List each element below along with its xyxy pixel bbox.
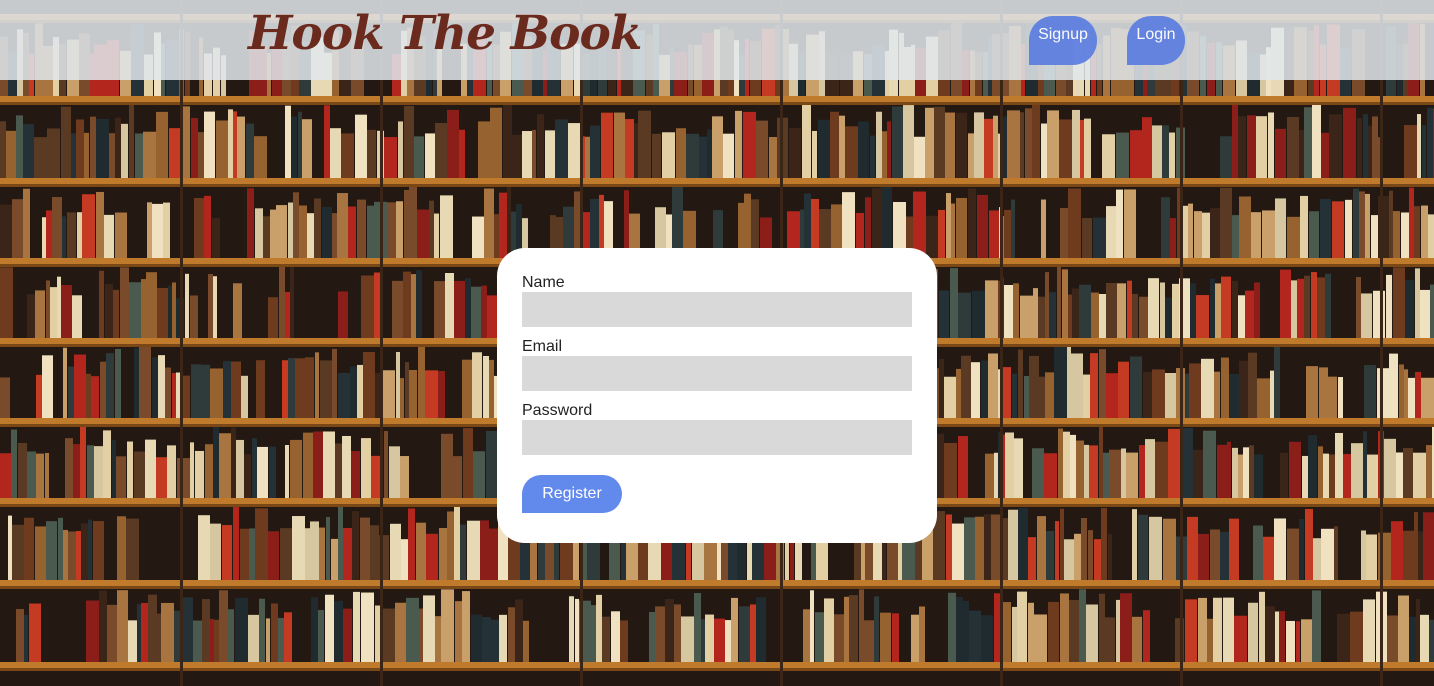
register-form-card: Name Email Password Register — [497, 248, 937, 543]
brand-logo-text[interactable]: Hook The Book — [248, 6, 642, 61]
email-label: Email — [522, 338, 563, 355]
name-input[interactable] — [522, 292, 912, 327]
password-input[interactable] — [522, 420, 912, 455]
name-label: Name — [522, 274, 565, 291]
email-input[interactable] — [522, 356, 912, 391]
signup-button[interactable]: Signup — [1029, 16, 1097, 65]
page: Hook The Book Signup Login Name Email Pa… — [0, 0, 1434, 686]
register-button[interactable]: Register — [522, 475, 622, 513]
password-label: Password — [522, 402, 593, 419]
top-header: Hook The Book Signup Login — [0, 0, 1434, 80]
login-button[interactable]: Login — [1127, 16, 1185, 65]
